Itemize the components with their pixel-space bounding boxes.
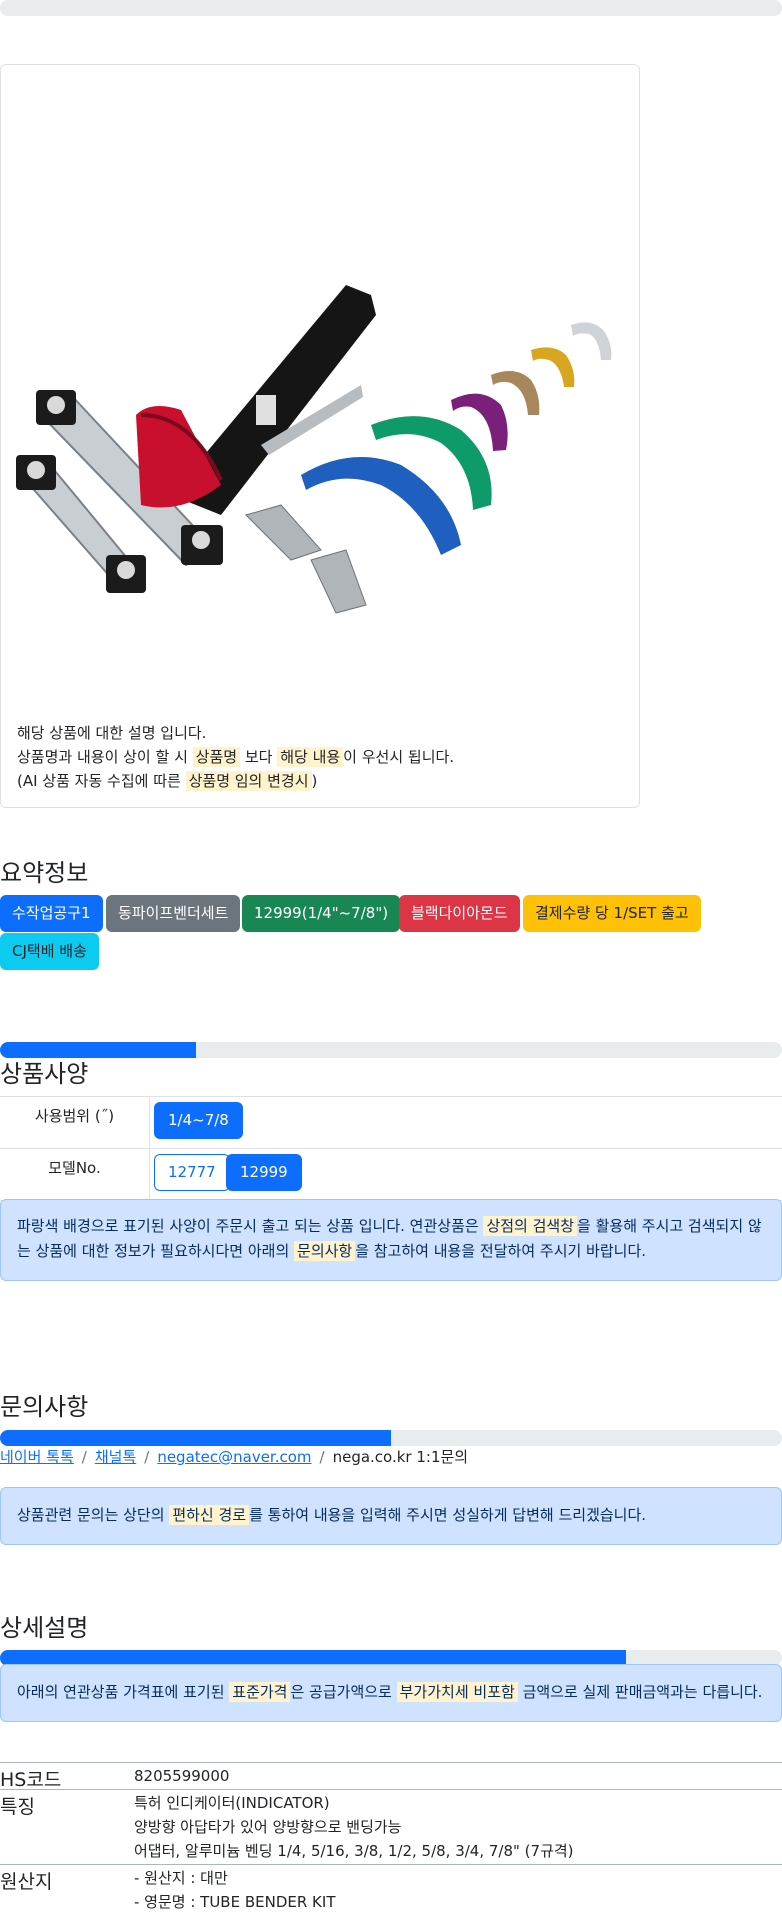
highlight-standard-price: 표준가격 bbox=[229, 1682, 291, 1702]
desc-line-1: 해당 상품에 대한 설명 입니다. bbox=[17, 724, 207, 742]
desc-text: 보다 bbox=[240, 748, 278, 766]
desc-text: 이 우선시 됩니다. bbox=[343, 748, 455, 766]
detail-label: 원산지 bbox=[0, 1871, 53, 1893]
detail-line: 어댑터, 알루미늄 벤딩 1/4, 5/16, 3/8, 1/2, 5/8, 3… bbox=[134, 1842, 574, 1860]
specs-progress-bar bbox=[0, 1042, 782, 1058]
desc-text: 상품명과 내용이 상이 할 시 bbox=[17, 748, 193, 766]
spec-label: 사용범위 (˝) bbox=[0, 1097, 150, 1148]
badge-model: 12999(1/4"~7/8") bbox=[242, 895, 401, 932]
option-range-1-4-7-8[interactable]: 1/4~7/8 bbox=[154, 1102, 243, 1139]
adapter-brackets bbox=[245, 504, 367, 614]
tube-bender-kit-image bbox=[16, 285, 612, 614]
top-progress-bar bbox=[0, 0, 782, 16]
highlight-content: 해당 내용 bbox=[277, 747, 344, 767]
link-naver-talk[interactable]: 네이버 톡톡 bbox=[0, 1448, 74, 1466]
product-description: 해당 상품에 대한 설명 입니다. 상품명과 내용이 상이 할 시 상품명 보다… bbox=[17, 721, 617, 793]
bending-dies bbox=[301, 322, 612, 555]
detail-line: 8205599000 bbox=[134, 1767, 230, 1785]
product-card: 해당 상품에 대한 설명 입니다. 상품명과 내용이 상이 할 시 상품명 보다… bbox=[0, 64, 640, 808]
detail-notice: 아래의 연관상품 가격표에 표기된 표준가격 은 공급가액으로 부가가치세 비포함… bbox=[0, 1664, 782, 1722]
detail-label: HS코드 bbox=[0, 1769, 62, 1791]
breadcrumb-separator: / bbox=[81, 1448, 87, 1466]
inquiry-title: 문의사항 bbox=[0, 1393, 89, 1421]
badge-brand: 블랙다이아몬드 bbox=[399, 895, 520, 932]
highlight-vat-excluded: 부가가치세 비포함 bbox=[396, 1682, 518, 1702]
desc-line-2: 상품명과 내용이 상이 할 시 상품명 보다 해당 내용 이 우선시 됩니다. bbox=[17, 745, 617, 769]
detail-row-hs-code: HS코드 8205599000 bbox=[0, 1763, 782, 1791]
detail-value: 특허 인디케이터(INDICATOR) 양방향 아답타가 있어 양방향으로 밴딩… bbox=[134, 1790, 782, 1864]
detail-title: 상세설명 bbox=[0, 1614, 89, 1642]
inquiry-site: nega.co.kr 1:1문의 bbox=[332, 1448, 469, 1466]
detail-line: 특허 인디케이터(INDICATOR) bbox=[134, 1794, 330, 1812]
detail-line: 양방향 아답타가 있어 양방향으로 밴딩가능 bbox=[134, 1818, 402, 1836]
inquiry-progress-fill bbox=[0, 1430, 391, 1446]
detail-value: 8205599000 bbox=[134, 1763, 782, 1789]
badge-product-type: 동파이프벤더세트 bbox=[106, 895, 241, 932]
desc-line-3: (AI 상품 자동 수집에 따른 상품명 임의 변경시) bbox=[17, 769, 617, 793]
badge-shipping: CJ택배 배송 bbox=[0, 933, 99, 970]
detail-row-origin: 원산지 - 원산지 : 대만 - 영문명 : TUBE BENDER KIT bbox=[0, 1865, 782, 1915]
highlight-preferred-route: 편하신 경로 bbox=[169, 1505, 250, 1525]
notice-text: 금액으로 실제 판매금액과는 다릅니다. bbox=[517, 1683, 763, 1701]
detail-value: - 원산지 : 대만 - 영문명 : TUBE BENDER KIT bbox=[134, 1865, 782, 1915]
link-email[interactable]: negatec@naver.com bbox=[157, 1448, 311, 1466]
desc-text: ) bbox=[311, 772, 318, 790]
detail-row-features: 특징 특허 인디케이터(INDICATOR) 양방향 아답타가 있어 양방향으로… bbox=[0, 1790, 782, 1865]
spec-row-range: 사용범위 (˝) 1/4~7/8 bbox=[0, 1097, 782, 1149]
notice-text: 은 공급가액으로 bbox=[290, 1683, 397, 1701]
highlight-search-box: 상점의 검색창 bbox=[483, 1216, 578, 1236]
breadcrumb-separator: / bbox=[319, 1448, 325, 1466]
spec-row-model: 모델No. 12777 12999 bbox=[0, 1149, 782, 1201]
detail-table: HS코드 8205599000 특징 특허 인디케이터(INDICATOR) 양… bbox=[0, 1762, 782, 1915]
option-model-12999[interactable]: 12999 bbox=[226, 1154, 302, 1191]
highlight-inquiry: 문의사항 bbox=[294, 1241, 356, 1261]
badge-quantity: 결제수량 당 1/SET 출고 bbox=[523, 895, 701, 932]
spec-label: 모델No. bbox=[0, 1149, 150, 1200]
option-model-12777[interactable]: 12777 bbox=[154, 1154, 230, 1191]
notice-text: 상품관련 문의는 상단의 bbox=[17, 1506, 170, 1524]
specs-title: 상품사양 bbox=[0, 1060, 89, 1088]
highlight-name-change: 상품명 임의 변경시 bbox=[185, 771, 312, 791]
notice-text: 아래의 연관상품 가격표에 표기된 bbox=[17, 1683, 230, 1701]
spec-table: 사용범위 (˝) 1/4~7/8 모델No. 12777 12999 bbox=[0, 1096, 782, 1201]
desc-text: (AI 상품 자동 수집에 따른 bbox=[17, 772, 186, 790]
summary-title: 요약정보 bbox=[0, 859, 89, 887]
link-channel-talk[interactable]: 채널톡 bbox=[95, 1448, 136, 1466]
detail-line: - 영문명 : TUBE BENDER KIT bbox=[134, 1893, 336, 1911]
notice-text: 을 참고하여 내용을 전달하여 주시기 바랍니다. bbox=[355, 1242, 647, 1260]
specs-notice: 파랑색 배경으로 표기된 사양이 주문시 출고 되는 상품 입니다. 연관상품은… bbox=[0, 1199, 782, 1281]
detail-label: 특징 bbox=[0, 1796, 35, 1818]
inquiry-breadcrumb: 네이버 톡톡 / 채널톡 / negatec@naver.com / nega.co.kr … bbox=[0, 1446, 468, 1467]
breadcrumb-separator: / bbox=[144, 1448, 150, 1466]
inquiry-notice: 상품관련 문의는 상단의 편하신 경로 를 통하여 내용을 입력해 주시면 성실하… bbox=[0, 1487, 782, 1545]
highlight-product-name: 상품명 bbox=[192, 747, 241, 767]
notice-text: 를 통하여 내용을 입력해 주시면 성실하게 답변해 드리겠습니다. bbox=[249, 1506, 647, 1524]
notice-text: 파랑색 배경으로 표기된 사양이 주문시 출고 되는 상품 입니다. 연관상품은 bbox=[17, 1217, 484, 1235]
detail-line: - 원산지 : 대만 bbox=[134, 1869, 228, 1887]
bender-handle bbox=[136, 285, 376, 515]
badge-category: 수작업공구1 bbox=[0, 895, 103, 932]
inquiry-progress-bar bbox=[0, 1430, 782, 1446]
